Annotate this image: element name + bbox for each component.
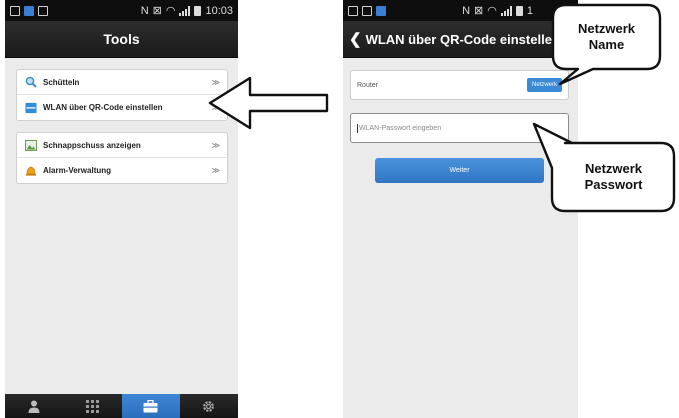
callout-line: Passwort <box>584 177 643 192</box>
callout-network-name: Netzwerk Name <box>556 21 657 53</box>
callout-line: Name <box>588 37 625 52</box>
callout-line: Netzwerk <box>577 21 636 36</box>
callout-network-password: Netzwerk Passwort <box>556 161 671 193</box>
callout-line: Netzwerk <box>584 161 643 176</box>
pointer-arrow-icon <box>208 76 329 130</box>
screenshot-canvas: N ⊠ ◠ 10:03 Tools Schütteln ≫ WLAN über … <box>0 0 679 418</box>
annotation-overlay <box>208 3 676 213</box>
